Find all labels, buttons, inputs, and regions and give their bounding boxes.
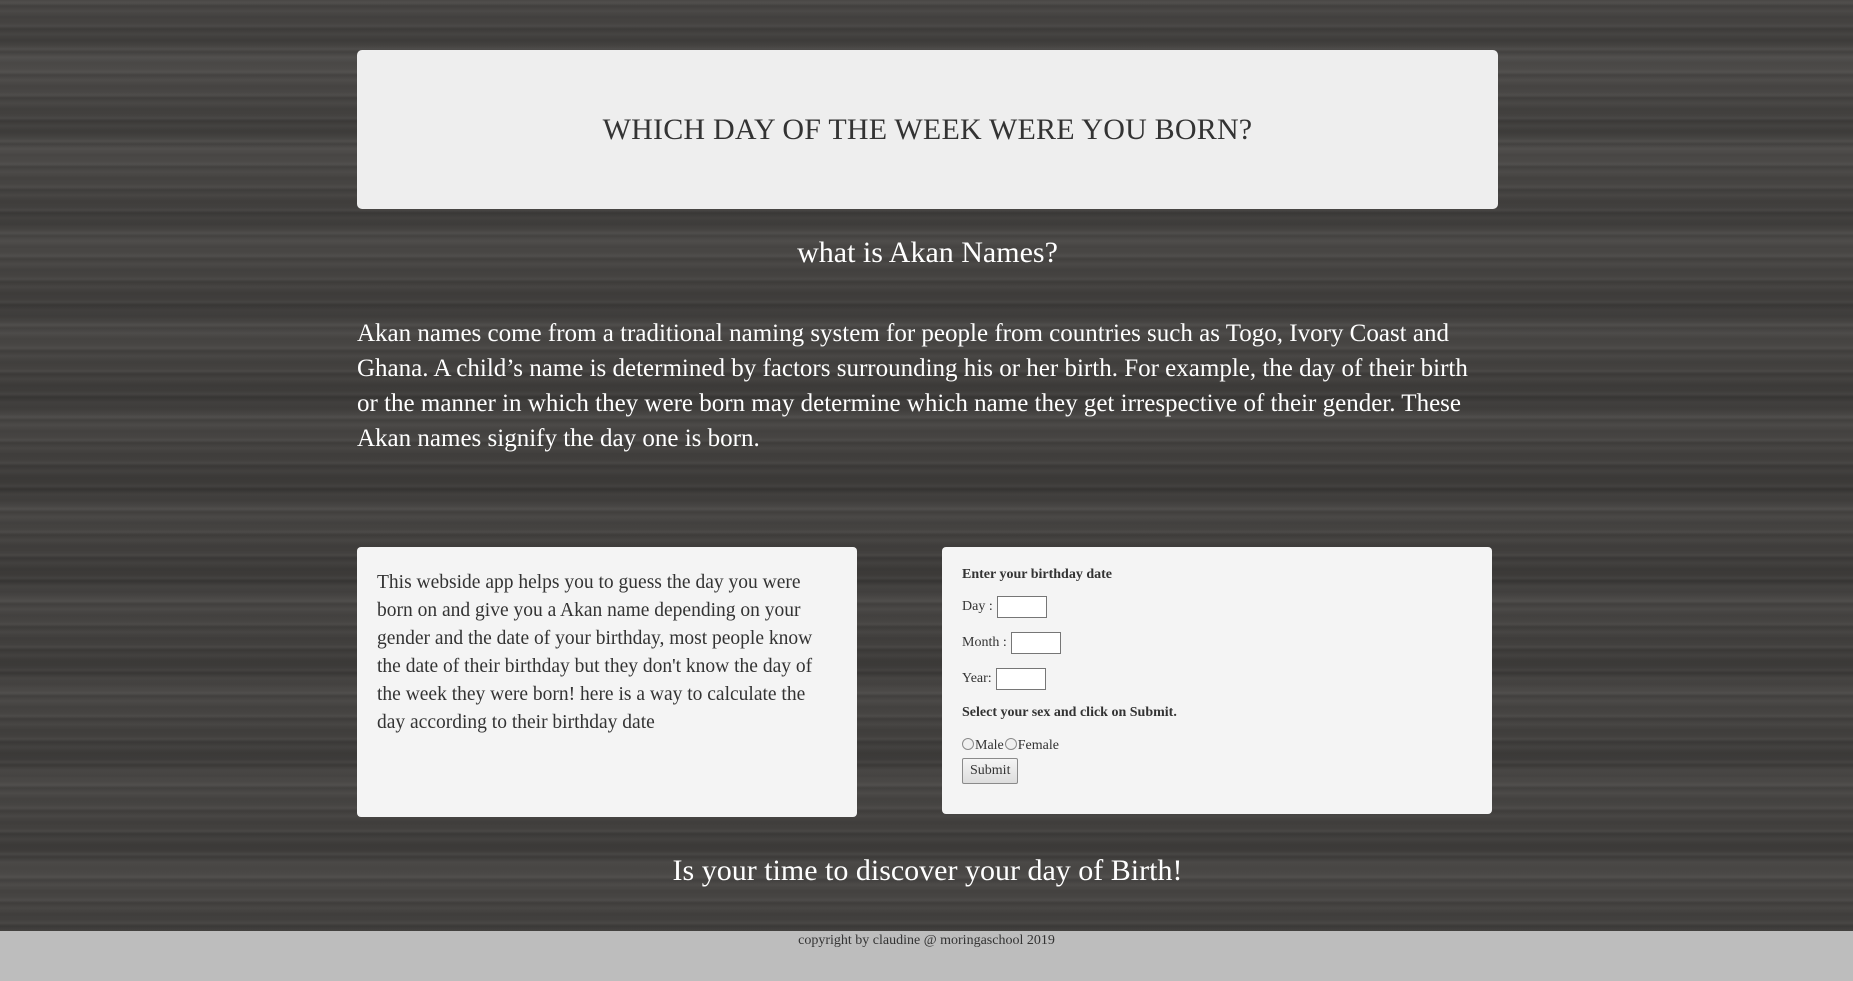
sex-label: Select your sex and click on Submit. — [962, 705, 1177, 720]
month-input[interactable] — [1010, 632, 1061, 654]
sex-radio-group: Male Female — [961, 738, 1059, 754]
day-row: Day : — [962, 596, 1047, 618]
year-label: Year: — [962, 671, 992, 686]
month-row: Month : — [962, 632, 1061, 654]
day-input[interactable] — [996, 596, 1047, 618]
copyright-text: copyright by claudine @ moringaschool 20… — [798, 933, 1055, 948]
birthday-form: Enter your birthday date Day : Month : Y… — [942, 547, 1492, 814]
male-label: Male — [975, 738, 1004, 753]
month-label: Month : — [962, 635, 1007, 650]
female-label: Female — [1017, 738, 1059, 753]
year-input[interactable] — [995, 668, 1046, 690]
year-row: Year: — [962, 668, 1046, 690]
info-text: This webside app helps you to guess the … — [377, 572, 813, 733]
day-label: Day : — [962, 599, 993, 614]
header-banner: WHICH DAY OF THE WEEK WERE YOU BORN? — [357, 50, 1498, 209]
submit-button[interactable]: Submit — [962, 758, 1019, 784]
birthday-label: Enter your birthday date — [962, 567, 1112, 582]
intro-text: Akan names come from a traditional namin… — [357, 320, 1468, 452]
info-panel: This webside app helps you to guess the … — [357, 547, 857, 817]
discover-heading: Is your time to discover your day of Bir… — [672, 854, 1183, 887]
page-title: WHICH DAY OF THE WEEK WERE YOU BORN? — [602, 112, 1253, 146]
female-radio[interactable] — [1004, 738, 1017, 750]
male-radio[interactable] — [962, 738, 974, 750]
footer: copyright by claudine @ moringaschool 20… — [0, 931, 1853, 981]
intro-heading: what is Akan Names? — [797, 236, 1058, 269]
